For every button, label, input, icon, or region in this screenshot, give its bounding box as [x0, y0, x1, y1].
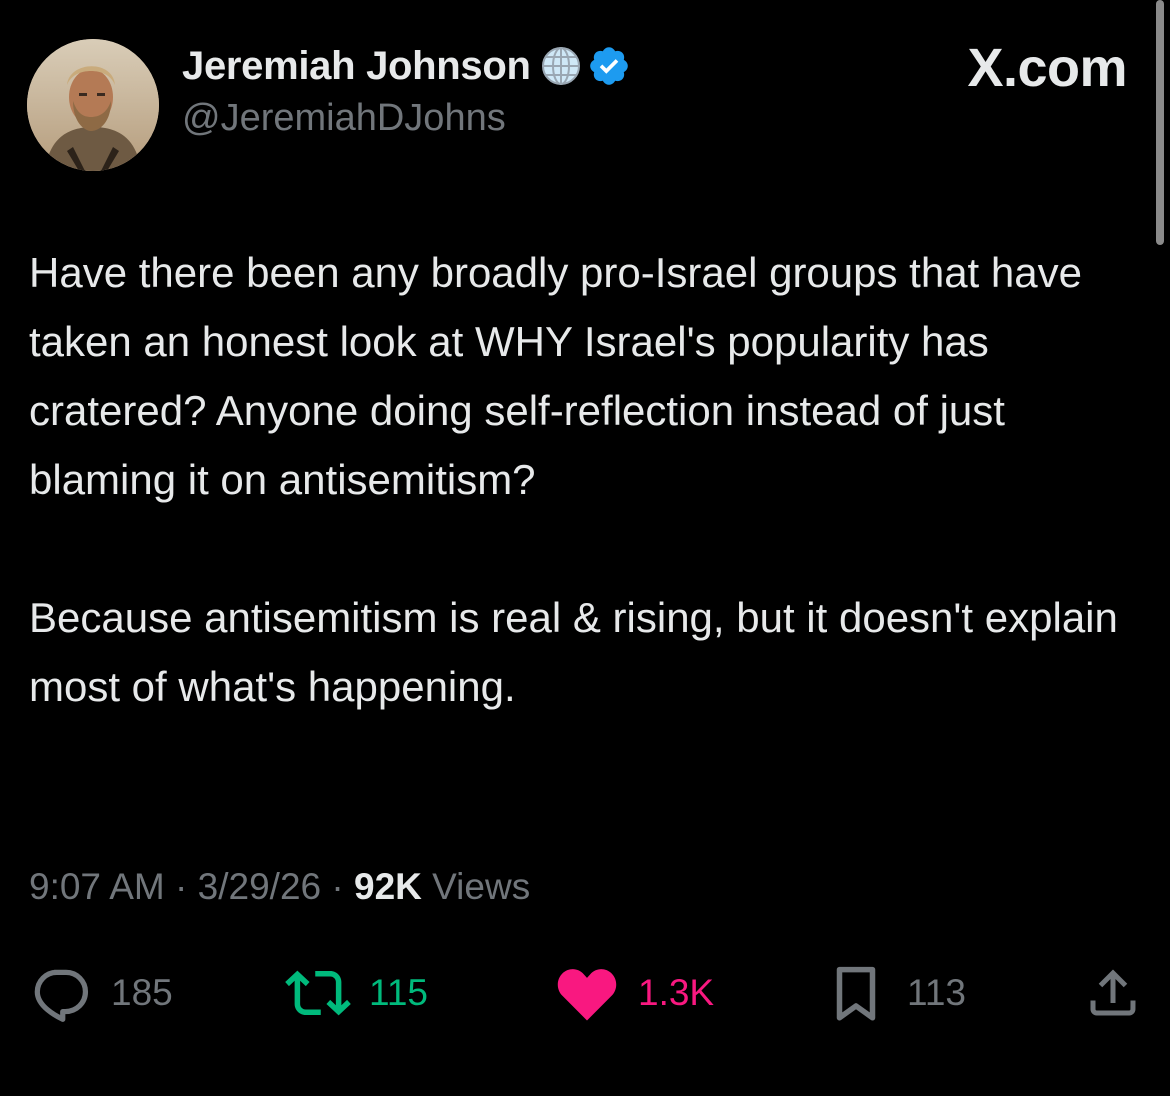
meta-separator: · — [164, 866, 198, 907]
bookmark-button[interactable]: 113 — [823, 960, 966, 1026]
reply-count: 185 — [111, 972, 173, 1013]
meta-separator: · — [321, 866, 354, 907]
bookmark-count: 113 — [907, 972, 966, 1013]
brand-watermark: X.com — [967, 37, 1127, 99]
author-display-name[interactable]: Jeremiah Johnson — [182, 44, 531, 89]
author-handle[interactable]: @JeremiahDJohns — [182, 97, 506, 140]
repost-icon — [285, 960, 351, 1026]
tweet-text: Have there been any broadly pro-Israel g… — [29, 238, 1129, 721]
views-count[interactable]: 92K — [354, 866, 422, 907]
action-bar: 185 115 1.3K 113 — [27, 960, 1142, 1026]
repost-button[interactable]: 115 — [285, 960, 428, 1026]
avatar[interactable] — [27, 39, 159, 171]
tweet-paragraph: Because antisemitism is real & rising, b… — [29, 594, 1118, 710]
heart-icon — [554, 960, 620, 1026]
tweet-paragraph: Have there been any broadly pro-Israel g… — [29, 249, 1082, 503]
share-icon — [1083, 960, 1143, 1026]
scrollbar[interactable] — [1156, 0, 1164, 245]
tweet-date[interactable]: 3/29/26 — [198, 866, 321, 907]
like-count: 1.3K — [638, 972, 715, 1013]
like-button[interactable]: 1.3K — [554, 960, 714, 1026]
tweet-meta: 9:07 AM · 3/29/26 · 92K Views — [29, 866, 530, 908]
bookmark-icon — [823, 960, 889, 1026]
reply-button[interactable]: 185 — [27, 960, 173, 1026]
reply-icon — [27, 960, 93, 1026]
share-button[interactable] — [1083, 960, 1143, 1026]
brand-label: X.com — [967, 38, 1127, 98]
verified-icon[interactable] — [587, 44, 631, 88]
repost-count: 115 — [369, 972, 428, 1013]
author-name-row[interactable]: Jeremiah Johnson — [182, 43, 631, 89]
tweet-header: Jeremiah Johnson @JeremiahDJohns X.com — [27, 27, 1127, 171]
globe-icon — [539, 44, 583, 88]
tweet-time[interactable]: 9:07 AM — [29, 866, 165, 907]
views-label: Views — [421, 866, 531, 907]
